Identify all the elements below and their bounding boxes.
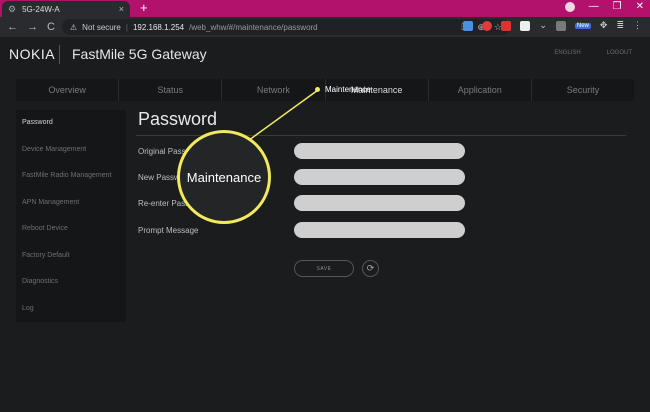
reading-list-icon[interactable]: ≣	[616, 20, 624, 31]
reenter-password-label: Re-enter Pass	[138, 199, 190, 208]
menu-kebab-icon[interactable]: ⋮	[633, 20, 642, 31]
address-separator: |	[125, 22, 128, 32]
language-selector[interactable]: ENGLISH	[554, 50, 580, 56]
nav-status[interactable]: Status	[118, 79, 221, 101]
sidebar-item-password[interactable]: Password	[16, 110, 126, 137]
nav-network[interactable]: Network	[221, 79, 324, 101]
save-button[interactable]: SAVE	[294, 260, 354, 277]
original-password-field[interactable]	[294, 143, 465, 159]
sidebar-item-diagnostics[interactable]: Diagnostics	[16, 269, 126, 296]
tab-close-icon[interactable]: ×	[119, 4, 124, 14]
header-divider	[59, 45, 60, 64]
back-button[interactable]: ←	[7, 21, 18, 33]
extension-white-icon[interactable]	[520, 20, 531, 31]
url-host: 192.168.1.254	[132, 22, 185, 32]
reenter-password-field[interactable]	[294, 195, 465, 211]
pinterest-extension-icon[interactable]	[482, 20, 493, 31]
maximize-button[interactable]: ❐	[613, 1, 622, 12]
page-title: Password	[138, 109, 218, 129]
forward-button[interactable]: →	[27, 21, 38, 33]
sidebar-item-reboot-device[interactable]: Reboot Device	[16, 216, 126, 243]
settings-favicon-icon: ⚙	[8, 3, 17, 14]
callout-dot	[315, 87, 320, 92]
sidebar-item-log[interactable]: Log	[16, 296, 126, 323]
browser-tab[interactable]: ⚙ 5G-24W-A ×	[2, 1, 130, 17]
refresh-icon[interactable]: ⟳	[362, 260, 379, 277]
security-label: Not secure	[82, 22, 121, 32]
prompt-message-label: Prompt Message	[138, 226, 199, 235]
sidebar-item-apn-management[interactable]: APN Management	[16, 190, 126, 217]
profile-icon[interactable]	[564, 1, 575, 12]
tab-title: 5G-24W-A	[22, 4, 60, 14]
product-title: FastMile 5G Gateway	[72, 46, 207, 62]
new-password-label: New Passw	[138, 173, 180, 182]
window-controls: — ❐ ✕	[564, 1, 644, 12]
callout-magnifier: Maintenance	[177, 130, 271, 224]
nav-application[interactable]: Application	[427, 79, 531, 101]
prompt-message-field[interactable]	[294, 222, 465, 238]
extension-gray-icon[interactable]	[555, 20, 566, 31]
warning-icon: ⚠	[70, 22, 78, 32]
address-bar[interactable]: ⚠ Not secure | 192.168.1.254/web_whw/#/m…	[62, 19, 510, 35]
magnified-text: Maintenance	[186, 169, 262, 185]
chevron-down-icon[interactable]: ⌄	[539, 20, 547, 31]
browser-toolbar: ← → C ⚠ Not secure | 192.168.1.254/web_w…	[0, 17, 650, 37]
minimize-button[interactable]: —	[589, 1, 599, 12]
sidebar-item-device-management[interactable]: Device Management	[16, 137, 126, 164]
close-window-button[interactable]: ✕	[636, 1, 644, 12]
nav-security[interactable]: Security	[530, 79, 634, 101]
sidebar-item-factory-default[interactable]: Factory Default	[16, 243, 126, 270]
new-password-field[interactable]	[294, 169, 465, 185]
extension-red-icon[interactable]	[501, 20, 512, 31]
sidebar-item-radio-management[interactable]: FastMile Radio Management	[16, 163, 126, 190]
nav-overview[interactable]: Overview	[16, 79, 118, 101]
maintenance-sidebar: Password Device Management FastMile Radi…	[16, 110, 126, 322]
callout-label: Maintenance	[325, 85, 371, 94]
nokia-logo: NOKIA	[9, 46, 56, 62]
logout-link[interactable]: LOGOUT	[607, 50, 632, 56]
reload-button[interactable]: C	[47, 21, 55, 33]
browser-tab-bar: ⚙ 5G-24W-A × + — ❐ ✕	[0, 0, 650, 17]
new-tab-button[interactable]: +	[140, 1, 148, 15]
extension-1-icon[interactable]	[463, 20, 474, 31]
url-path: /web_whw/#/maintenance/password	[189, 22, 318, 32]
puzzle-extensions-icon[interactable]: ✥	[600, 20, 608, 31]
new-badge[interactable]: New	[574, 22, 591, 29]
extensions-area: ⌄ New ✥ ≣ ⋮	[463, 20, 642, 31]
